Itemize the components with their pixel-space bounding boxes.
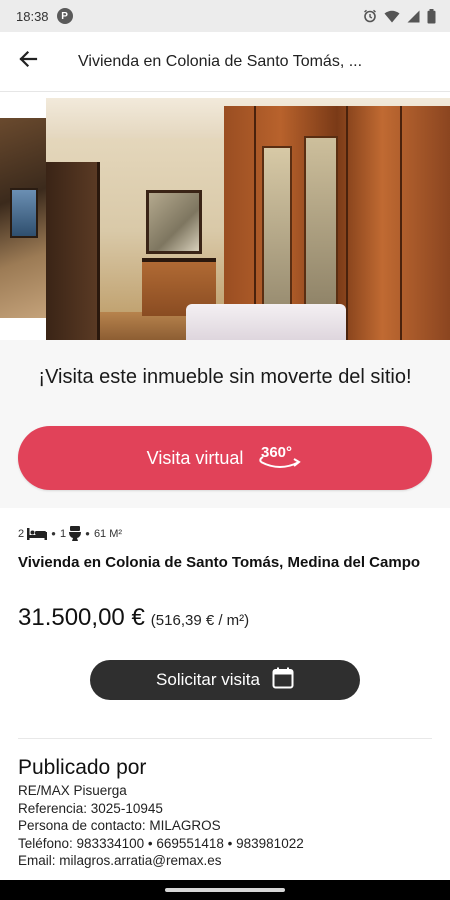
published-by-heading: Publicado por bbox=[18, 756, 147, 779]
publisher-phones[interactable]: Teléfono: 983334100 • 669551418 • 983981… bbox=[18, 835, 304, 853]
calendar-icon bbox=[272, 667, 294, 694]
virtual-visit-button[interactable]: Visita virtual 360° bbox=[18, 426, 432, 490]
home-gesture-handle[interactable] bbox=[165, 888, 285, 892]
gallery-photo-previous[interactable] bbox=[0, 118, 46, 318]
bathrooms-count: 1 bbox=[59, 527, 67, 540]
status-bar: 18:38 P bbox=[0, 0, 450, 32]
virtual-visit-section: ¡Visita este inmueble sin moverte del si… bbox=[0, 340, 450, 508]
gallery-photo-current[interactable] bbox=[46, 98, 450, 340]
bed-icon bbox=[27, 527, 48, 540]
publisher-reference: Referencia: 3025-10945 bbox=[18, 800, 163, 816]
signal-icon bbox=[407, 10, 420, 23]
features-row: 2 ● 1 ● 61 M² bbox=[18, 526, 122, 541]
alarm-icon bbox=[363, 9, 377, 23]
request-visit-button[interactable]: Solicitar visita bbox=[90, 660, 360, 700]
360-icon-text: 360° bbox=[261, 444, 292, 461]
publisher-details: RE/MAX Pisuerga Referencia: 3025-10945 P… bbox=[18, 782, 304, 870]
arrow-left-icon bbox=[18, 49, 38, 74]
system-nav-bar bbox=[0, 880, 450, 900]
price-row: 31.500,00 € (516,39 € / m²) bbox=[18, 604, 249, 632]
photo-gallery[interactable] bbox=[0, 98, 450, 340]
status-icons bbox=[363, 8, 436, 24]
virtual-visit-button-label: Visita virtual bbox=[146, 447, 244, 468]
360-icon: 360° bbox=[257, 441, 303, 475]
battery-icon bbox=[427, 8, 436, 24]
price-per-m2: (516,39 € / m²) bbox=[150, 612, 250, 629]
toilet-icon bbox=[69, 526, 82, 541]
app-bar: Vivienda en Colonia de Santo Tomás, ... bbox=[0, 32, 450, 92]
publisher-agency: RE/MAX Pisuerga bbox=[18, 783, 127, 798]
publisher-email[interactable]: Email: milagros.arratia@remax.es bbox=[18, 852, 304, 870]
virtual-visit-heading: ¡Visita este inmueble sin moverte del si… bbox=[38, 366, 412, 388]
section-divider bbox=[18, 738, 432, 739]
back-button[interactable] bbox=[0, 32, 56, 92]
separator-dot: ● bbox=[51, 529, 56, 538]
separator-dot: ● bbox=[85, 529, 90, 538]
publisher-contact: Persona de contacto: MILAGROS bbox=[18, 818, 221, 833]
price: 31.500,00 € bbox=[18, 604, 145, 631]
area-value: 61 M² bbox=[93, 527, 123, 540]
wifi-icon bbox=[384, 10, 400, 23]
app-bar-title: Vivienda en Colonia de Santo Tomás, ... bbox=[78, 52, 363, 70]
listing-title: Vivienda en Colonia de Santo Tomás, Medi… bbox=[18, 554, 421, 571]
request-visit-label: Solicitar visita bbox=[156, 670, 260, 689]
bedrooms-count: 2 bbox=[18, 527, 25, 540]
status-time: 18:38 bbox=[16, 8, 49, 24]
notification-badge: P bbox=[56, 8, 73, 24]
